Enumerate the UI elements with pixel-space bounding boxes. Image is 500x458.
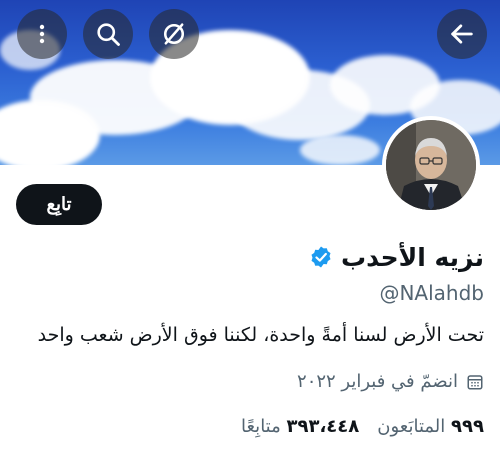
joined-date: انضمّ في فبراير ٢٠٢٢ [297,371,484,392]
grok-button[interactable] [149,9,199,59]
avatar[interactable] [382,116,480,214]
circle-slash-icon [163,23,185,45]
following-stat[interactable]: ٩٩٩ المتابَعون [377,416,484,437]
profile-name-row: نزيه الأحدب [309,239,484,275]
back-button[interactable] [437,9,487,59]
followers-stat[interactable]: ٣٩٣،٤٤٨ متابِعًا [241,416,359,437]
avatar-photo [386,120,476,210]
following-count: ٩٩٩ [451,416,484,437]
followers-label: متابِعًا [241,416,281,437]
display-name: نزيه الأحدب [341,242,484,272]
following-label: المتابَعون [377,416,446,437]
verified-badge-icon [311,246,331,268]
search-button[interactable] [83,9,133,59]
profile-handle: @NAlahdb [379,281,484,305]
calendar-icon [467,374,483,389]
kebab-menu-icon [39,24,45,44]
joined-label: انضمّ في فبراير ٢٠٢٢ [297,371,458,392]
arrow-left-icon [451,24,473,44]
followers-count: ٣٩٣،٤٤٨ [286,416,360,437]
profile-bio: تحت الأرض لسنا أمةً واحدة، لكننا فوق الأ… [37,324,484,346]
follow-button[interactable]: تابِع [16,184,102,225]
search-icon [97,23,120,46]
profile-stats: ٩٩٩ المتابَعون ٣٩٣،٤٤٨ متابِعًا [241,416,484,437]
more-options-button[interactable] [17,9,67,59]
